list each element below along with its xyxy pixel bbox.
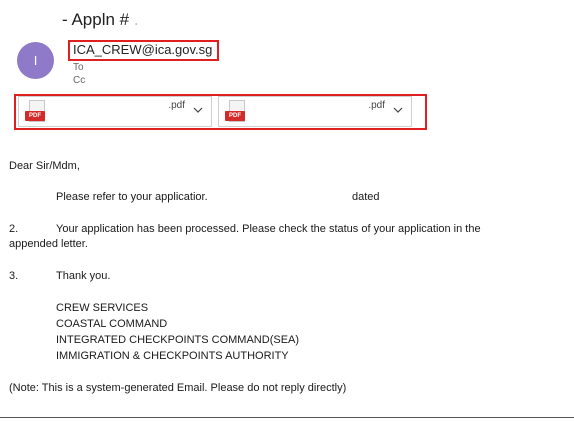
divider	[0, 417, 574, 418]
paragraph-3-number: 3.	[9, 270, 19, 282]
subject-text: - Appln #	[62, 10, 130, 29]
email-subject: - Appln # .	[62, 10, 139, 30]
paragraph-2-line-2: appended letter.	[9, 238, 88, 250]
attachments-highlight-box	[14, 94, 427, 130]
avatar-initial: I	[33, 53, 38, 68]
paragraph-2-line-1: Your application has been processed. Ple…	[56, 223, 481, 235]
avatar[interactable]: I	[17, 42, 54, 79]
greeting: Dear Sir/Mdm,	[9, 160, 80, 172]
subject-trail: .	[133, 10, 139, 29]
to-label: To	[73, 62, 84, 73]
system-note: (Note: This is a system-generated Email.…	[9, 382, 347, 394]
signature-line: INTEGRATED CHECKPOINTS COMMAND(SEA)	[56, 334, 300, 346]
sender-email[interactable]: ICA_CREW@ica.gov.sg	[73, 42, 212, 57]
signature-line: COASTAL COMMAND	[56, 318, 168, 330]
paragraph-2-number: 2.	[9, 223, 19, 235]
cc-label: Cc	[73, 75, 86, 86]
paragraph-1-dated: dated	[352, 191, 380, 203]
paragraph-1: Please refer to your applicatior.	[56, 191, 208, 203]
signature-line: IMMIGRATION & CHECKPOINTS AUTHORITY	[56, 350, 289, 362]
paragraph-3: Thank you.	[56, 270, 111, 282]
signature-line: CREW SERVICES	[56, 302, 149, 314]
